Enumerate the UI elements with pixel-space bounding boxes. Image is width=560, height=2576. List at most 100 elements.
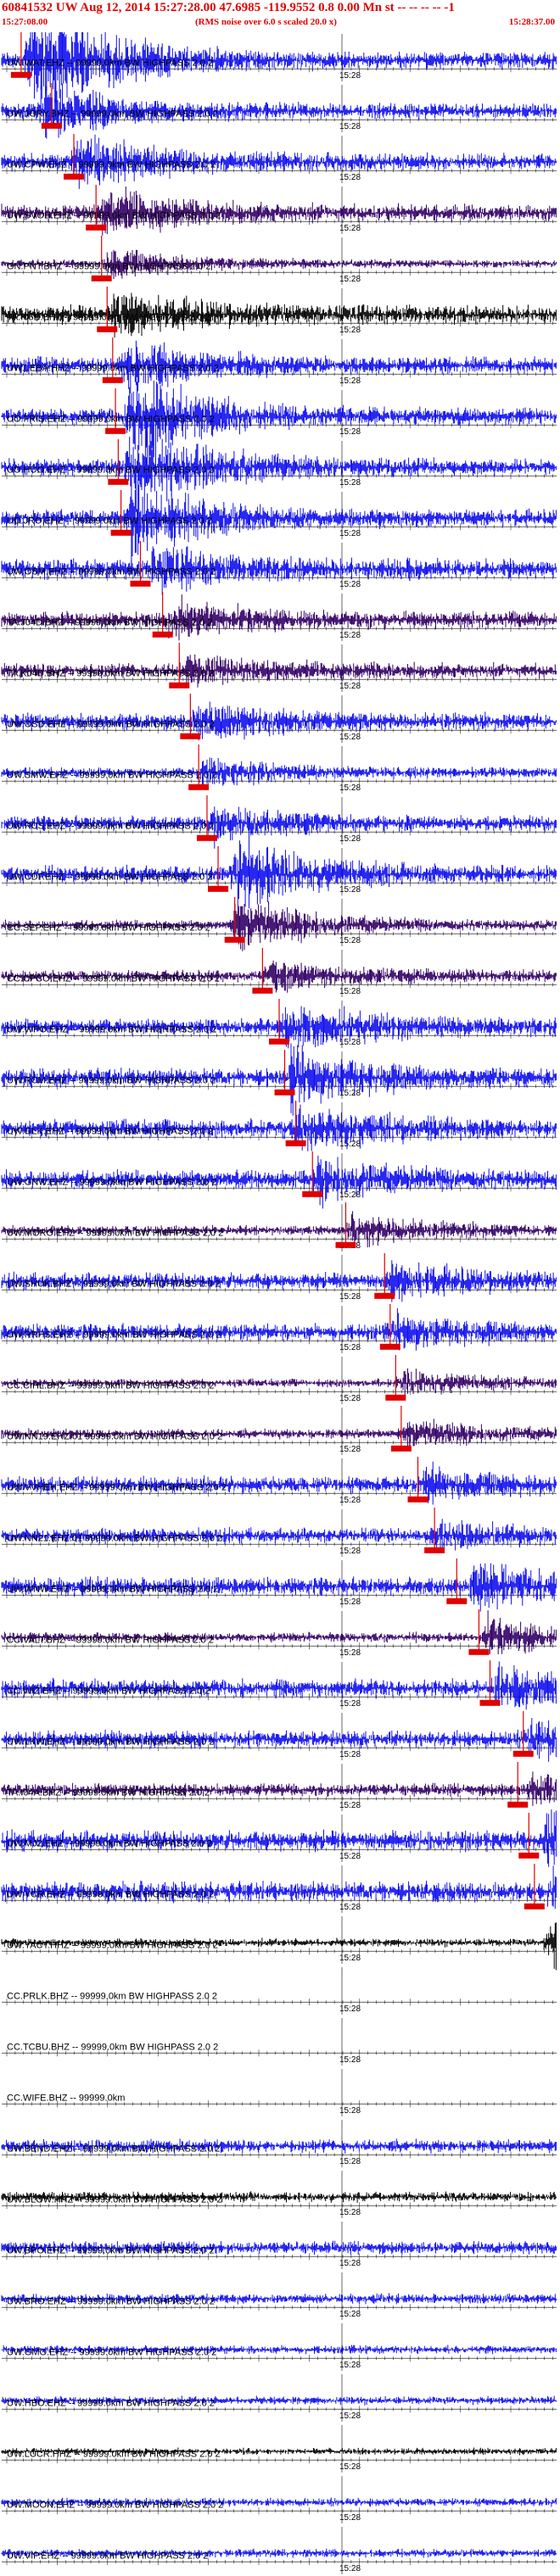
pick-flag — [130, 580, 151, 587]
trace-label: GN.PNT.BHZ -- 99999.0km BW HIGHPASS 2.0 … — [7, 262, 211, 272]
tick-label: 15:28 — [339, 2055, 361, 2065]
trace-label: CC.CIHL.BHZ -- 99999.0km BW HIGHPASS 2.0… — [7, 1381, 214, 1391]
tick-label: 15:28 — [339, 733, 361, 742]
end-time: 15:28:37.00 — [508, 17, 555, 27]
tick-label: 15:28 — [339, 122, 361, 131]
trace-label: UW.OSM.EHZ -- 99999.0km BW HIGHPASS 2.0 … — [7, 567, 216, 577]
trace-row: 15:28 CC.CPCO.EHZ -- 99999.0km BW HIGHPAS… — [1, 948, 557, 997]
trace-label: UW.NN19.EHZ.01 99999.0km BW HIGHPASS 2.0… — [7, 1432, 222, 1442]
trace-label: UW.BPO.EHZ -- 99999.0km BW HIGHPASS 2.0 … — [7, 2246, 214, 2256]
trace-row: 15:28 UW.SHUK.BHZ -- 99999.0km BW HIGHPAS… — [1, 1253, 557, 1302]
pick-flag — [110, 529, 132, 536]
pick-flag — [152, 631, 173, 638]
tick-label: 15:28 — [339, 1801, 361, 1810]
trace-row: 15:28 UW.SMW.EHZ -- 99999.0km BW HIGHPASS… — [1, 744, 557, 794]
trace-label: UW.YCR.EHZ -- 99999.0km BW HIGHPASS 2.0 … — [7, 1890, 214, 1900]
trace-row: 15:28 UW.OSD.EHZ -- 99999.0km BW HIGHPASS… — [1, 694, 557, 743]
pick-flag — [169, 682, 190, 689]
tick-label: 15:28 — [339, 1547, 361, 1556]
tick-label: 15:28 — [339, 1140, 361, 1149]
trace-row: 15:28 CC.TCBU.BHZ -- 99999.0km BW HIGHPAS… — [2, 2018, 557, 2066]
tick-label: 15:28 — [339, 2208, 361, 2217]
trace-label: TA.K04D.BHZ -- 99999.0km BW HIGHPASS 2.0… — [7, 669, 214, 679]
trace-row: 15:28 UW.RCS.EHZ -- 99999.0km BW HIGHPASS… — [1, 795, 557, 849]
trace-label: CC.SEP.EHZ -- 99999.0km BW HIGHPASS 2.0 … — [7, 923, 210, 934]
tick-label: 15:28 — [339, 936, 361, 945]
trace-label: UW.WPO.EHZ -- 99999.0km BW HIGHPASS 2.0 … — [7, 1025, 216, 1035]
pick-flag — [41, 122, 62, 129]
trace-label: UW.SHUK.BHZ -- 99999.0km BW HIGHPASS 2.0… — [7, 1280, 221, 1290]
tick-label: 15:28 — [339, 1292, 361, 1302]
trace-row: 15:28 UW.HBO.EHZ -- 99999.0km BW HIGHPASS… — [1, 2374, 557, 2422]
trace-label: UW.LKW.EHZ -- 99999.0km BW HIGHPASS 2.0 … — [7, 1737, 214, 1748]
trace-row: 15:28UW.MORO.EHZ -- 99999.0km BW HIGHPAS… — [1, 1202, 557, 1252]
tick-label: 15:28 — [339, 1089, 361, 1098]
trace-row: 15:28 TA.I04A.BHZ -- 99999.0km BW HIGHPAS… — [1, 1762, 557, 1811]
trace-label: UW.BEND.EHZ -- 99999.0km BW HIGHPASS 2.0… — [7, 2144, 221, 2155]
trace-row: 15:28 UW.SVOH.EHZ -- 99999.0km BW HIGHPAS… — [1, 185, 557, 236]
pick-flag — [512, 1750, 534, 1757]
tick-label: 15:28 — [339, 326, 361, 335]
tick-label: 15:28 — [339, 1750, 361, 1759]
trace-row: 15:28 CC.PRLK.BHZ -- 99999.0km BW HIGHPAS… — [2, 1967, 557, 2015]
tick-label: 15:28 — [339, 1852, 361, 1861]
pick-flag — [208, 885, 229, 892]
tick-label: 15:28 — [339, 1190, 361, 1200]
trace-label: UO.FRIS.EHZ -- 99999.0km BW HIGHPASS 2.0… — [7, 415, 215, 425]
pick-flag — [108, 478, 129, 485]
tick-label: 15:28 — [339, 173, 361, 182]
trace-row: 15:28 UW.VIP.EHZ -- 99999.0km BW HIGHPASS… — [1, 2527, 557, 2574]
trace-label: CC.PRLK.BHZ -- 99999.0km BW HIGHPASS 2.0… — [7, 1992, 217, 2002]
trace-row: 15:28 UW.MJ2.EHZ -- 99999.0km BW HIGHPASS… — [1, 1809, 557, 1867]
pick-flag — [102, 376, 123, 383]
trace-row: 15:28 UW.WAT.EHZ -- 99999.0km BW HIGHPASS… — [1, 32, 557, 103]
tick-label: 15:28 — [339, 2361, 361, 2370]
pick-flag — [285, 1140, 306, 1146]
trace-row: 15:28 UW.CPW.EHZ -- 99999.0km BW HIGHPASS… — [1, 134, 557, 189]
pick-flag — [105, 427, 126, 434]
trace-label: UW.RCS.EHZ -- 99999.0km BW HIGHPASS 2.0 … — [7, 822, 214, 832]
trace-label: UW.JORY.BHZ -- 99999.0km BW HIGHPASS 2.0… — [7, 109, 218, 120]
tick-label: 15:28 — [339, 834, 361, 844]
pick-flag — [180, 733, 201, 739]
trace-label: CC.TCBU.BHZ -- 99999.0km BW HIGHPASS 2.0… — [7, 2043, 218, 2053]
pick-flag — [196, 834, 217, 841]
tick-label: 15:28 — [339, 631, 361, 640]
trace-row: 15:28 UW.NN21.EHZ.01 99999.0km BW HIGHPAS… — [1, 1508, 557, 1557]
trace-label: UO.JRO.EHZ -- 99999.0km BW HIGHPASS 2.0 … — [7, 516, 212, 527]
tick-label: 15:28 — [339, 580, 361, 589]
trace-label: UW.VIP.EHZ -- 99999.0km BW HIGHPASS 2.0 … — [7, 2551, 208, 2562]
start-time: 15:27:08.00 — [2, 17, 48, 27]
tick-label: 15:28 — [339, 2513, 361, 2523]
trace-row: 15:28 TA.J04D.BHZ -- 99999.0km BW HIGHPAS… — [1, 592, 557, 641]
scale-note: (RMS noise over 6.0 s scaled 20.0 x) — [195, 17, 337, 27]
tick-label: 15:28 — [339, 885, 361, 895]
trace-label: UW.LCCR.HHZ -- 99999.0km BW HIGHPASS 2.0… — [7, 2450, 221, 2460]
trace-label: CC.WIZ.EHZ -- 99999.0km BW HIGHPASS 2.0 … — [7, 1687, 210, 1697]
trace-label: UW.SMW.EHZ -- 99999.0km BW HIGHPASS 2.0 … — [7, 771, 216, 781]
trace-row: 15:28 CC.WIZ.EHZ -- 99999.0km BW HIGHPASS… — [1, 1660, 557, 1710]
trace-label: TA.J04D.BHZ -- 99999.0km BW HIGHPASS 2.0… — [7, 618, 212, 628]
tick-label: 15:28 — [339, 1394, 361, 1403]
pick-flag — [86, 224, 107, 231]
trace-row: 15:28 UO.HUO.EHZ -- 99999.0km BW HIGHPASS… — [1, 426, 557, 512]
seismogram-plot: 15:28 UW.WAT.EHZ -- 99999.0km BW HIGHPASS… — [1, 32, 557, 2574]
trace-row: 15:28 UW.LCCR.HHZ -- 99999.0km BW HIGHPAS… — [1, 2425, 557, 2473]
trace-label: UW.GNW.EHZ -- 99999.0km BW HIGHPASS 2.0 … — [7, 1178, 216, 1188]
pick-flag — [379, 1343, 400, 1350]
tick-label: 15:28 — [339, 1648, 361, 1658]
trace-label: UW.RCM.EHZ -- 99999.0km BW HIGHPASS 2.0 … — [7, 1076, 216, 1086]
tick-label: 15:28 — [339, 2412, 361, 2421]
pick-flag — [468, 1648, 490, 1655]
tick-label: 15:28 — [339, 1903, 361, 1912]
tick-label: 15:28 — [339, 2157, 361, 2166]
pick-flag — [374, 1292, 395, 1299]
trace-row: 15:28 TA.I05D.BHZ -- 99999.0km BW HIGHPAS… — [1, 287, 557, 338]
tick-label: 15:28 — [339, 2462, 361, 2472]
pick-flag — [97, 326, 118, 332]
trace-row: 15:28 UW.VVHEH.EHZ -- 99999.0km BW HIGHPA… — [1, 1457, 557, 1506]
trace-row: 15:28UW.WPO.EHZ -- 99999.0km BW HIGHPASS… — [1, 999, 557, 1049]
pick-flag — [385, 1394, 406, 1401]
pick-flag — [518, 1852, 540, 1859]
trace-label: CC.VALT.BHZ -- 99999.0km BW HIGHPASS 2.0… — [7, 1636, 214, 1646]
